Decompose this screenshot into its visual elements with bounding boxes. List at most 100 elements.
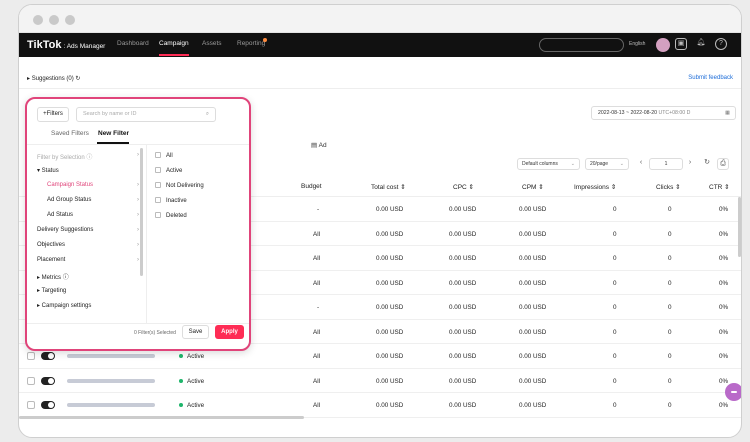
row-toggle[interactable]	[41, 352, 55, 360]
category-scrollbar[interactable]	[140, 148, 143, 276]
filter-option-all[interactable]: All	[155, 152, 173, 159]
row-checkbox[interactable]	[27, 401, 35, 409]
apply-filter-button[interactable]: Apply	[215, 325, 244, 339]
horizontal-scrollbar[interactable]	[19, 416, 304, 419]
filter-item-placement[interactable]: Placement ›	[37, 257, 139, 263]
filter-item-ad-status[interactable]: Ad Status ›	[47, 212, 139, 218]
cell-cpm: 0.00 USD	[519, 328, 547, 336]
filter-item-metrics[interactable]: ▸ Metrics ⓘ	[37, 272, 139, 281]
option-checkbox[interactable]	[155, 152, 161, 158]
prev-page-icon[interactable]: ‹	[635, 158, 647, 170]
browser-window: TikTok: Ads Manager Dashboard Campaign A…	[18, 4, 742, 438]
col-impressions[interactable]: Impressions ⇕	[574, 183, 616, 191]
cell-clicks: 0	[668, 206, 672, 213]
refresh-table-icon[interactable]: ↻	[701, 158, 713, 170]
cell-budget: All	[313, 328, 320, 336]
cell-ctr: 0%	[719, 328, 729, 336]
filter-option-active[interactable]: Active	[155, 167, 182, 174]
filter-item-targeting[interactable]: ▸ Targeting	[37, 287, 139, 294]
filter-item-campaign-status[interactable]: Campaign Status ›	[47, 182, 139, 188]
cell-cpc: 0.00 USD	[449, 230, 477, 238]
columns-select[interactable]: Default columns ⌄	[517, 158, 580, 170]
filter-option-inactive[interactable]: Inactive	[155, 197, 187, 204]
submit-feedback-link[interactable]: Submit feedback	[688, 75, 733, 81]
cell-ctr: 0%	[719, 206, 729, 213]
tab-new-filter[interactable]: New Filter	[98, 130, 129, 137]
cell-total-cost: 0.00 USD	[376, 206, 404, 213]
col-clicks[interactable]: Clicks ⇕	[656, 183, 681, 191]
filter-item-objectives[interactable]: Objectives ›	[37, 242, 139, 248]
inbox-icon[interactable]: ▣	[675, 38, 687, 50]
suggestions-toggle[interactable]: ▸ Suggestions (0) ↻	[27, 75, 80, 82]
cell-cpc: 0.00 USD	[449, 377, 477, 385]
window-close-dot[interactable]	[33, 15, 43, 25]
cell-impressions: 0	[613, 402, 617, 409]
bell-icon[interactable]: 🔔︎	[695, 38, 707, 50]
option-checkbox[interactable]	[155, 197, 161, 203]
row-checkbox[interactable]	[27, 352, 35, 360]
tiktok-logo[interactable]: TikTok: Ads Manager	[27, 39, 105, 51]
filter-option-deleted[interactable]: Deleted	[155, 212, 187, 219]
row-status: Active	[179, 402, 204, 409]
col-cpc[interactable]: CPC ⇕	[453, 183, 474, 191]
page-size-select[interactable]: 20/page ⌄	[585, 158, 629, 170]
date-range-picker[interactable]: 2022-08-13 ~ 2022-08-20 UTC+08:00 D ▦	[591, 106, 736, 120]
filter-item-delivery-suggestions[interactable]: Delivery Suggestions ›	[37, 227, 139, 233]
page-number-input[interactable]: 1	[649, 158, 683, 170]
save-filter-button[interactable]: Save	[182, 325, 209, 339]
filter-item-by-selection[interactable]: Filter by Selection ⓘ ›	[37, 152, 139, 161]
window-maximize-dot[interactable]	[65, 15, 75, 25]
filter-search-input[interactable]: Search by name or ID ⌕	[76, 107, 216, 122]
cell-impressions: 0	[613, 328, 617, 336]
language-selector[interactable]: English	[629, 41, 645, 47]
row-toggle[interactable]	[41, 401, 55, 409]
cell-budget: All	[313, 255, 320, 262]
tab-ad[interactable]: ▤ Ad	[311, 141, 327, 149]
chat-assistant-button[interactable]	[725, 383, 741, 401]
vertical-scrollbar[interactable]	[738, 197, 741, 257]
row-toggle[interactable]	[41, 376, 55, 385]
table-row[interactable]: Active All 0.00 USD 0.00 USD 0.00 USD 0 0 0%	[19, 369, 741, 393]
filter-item-status[interactable]: ▾ Status	[37, 167, 139, 174]
global-search-input[interactable]	[539, 38, 624, 52]
window-minimize-dot[interactable]	[49, 15, 59, 25]
cell-cpm: 0.00 USD	[519, 230, 547, 238]
filter-item-ad-group-status[interactable]: Ad Group Status ›	[47, 197, 139, 203]
cell-ctr: 0%	[719, 377, 729, 385]
filter-item-campaign-settings[interactable]: ▸ Campaign settings	[37, 302, 139, 309]
cell-budget: All	[313, 353, 320, 360]
nav-assets[interactable]: Assets	[202, 40, 222, 47]
col-total-cost[interactable]: Total cost ⇕	[371, 183, 406, 191]
nav-reporting[interactable]: Reporting	[237, 40, 265, 47]
avatar[interactable]	[656, 38, 670, 52]
cell-ctr: 0%	[719, 230, 729, 238]
row-checkbox[interactable]	[27, 376, 35, 385]
export-icon[interactable]: ⎙	[717, 158, 729, 170]
nav-dashboard[interactable]: Dashboard	[117, 40, 149, 47]
cell-cpm: 0.00 USD	[519, 304, 547, 311]
col-cpm[interactable]: CPM ⇕	[522, 183, 544, 191]
cell-budget: All	[313, 230, 320, 238]
nav-campaign[interactable]: Campaign	[159, 40, 189, 47]
col-ctr[interactable]: CTR ⇕	[709, 183, 730, 191]
cell-budget: All	[313, 377, 320, 385]
refresh-icon[interactable]: ↻	[75, 76, 80, 82]
cell-cpc: 0.00 USD	[449, 353, 477, 360]
option-checkbox[interactable]	[155, 182, 161, 188]
filters-button[interactable]: +Filters	[37, 107, 69, 122]
row-status: Active	[179, 353, 204, 360]
help-icon[interactable]: ?	[715, 38, 727, 50]
filter-dropdown: +Filters Search by name or ID ⌕ Saved Fil…	[25, 97, 251, 351]
option-checkbox[interactable]	[155, 212, 161, 218]
chevron-right-icon: ›	[137, 227, 139, 233]
next-page-icon[interactable]: ›	[684, 158, 696, 170]
chevron-right-icon: ›	[137, 212, 139, 218]
cell-cpm: 0.00 USD	[519, 279, 547, 287]
col-budget[interactable]: Budget	[301, 183, 322, 190]
cell-ctr: 0%	[719, 353, 729, 360]
tab-saved-filters[interactable]: Saved Filters	[51, 130, 89, 137]
filter-option-not-delivering[interactable]: Not Delivering	[155, 182, 204, 189]
suggestions-bar: ▸ Suggestions (0) ↻ Submit feedback	[19, 57, 741, 89]
table-row[interactable]: Active All 0.00 USD 0.00 USD 0.00 USD 0 0 0%	[19, 393, 741, 418]
option-checkbox[interactable]	[155, 167, 161, 173]
